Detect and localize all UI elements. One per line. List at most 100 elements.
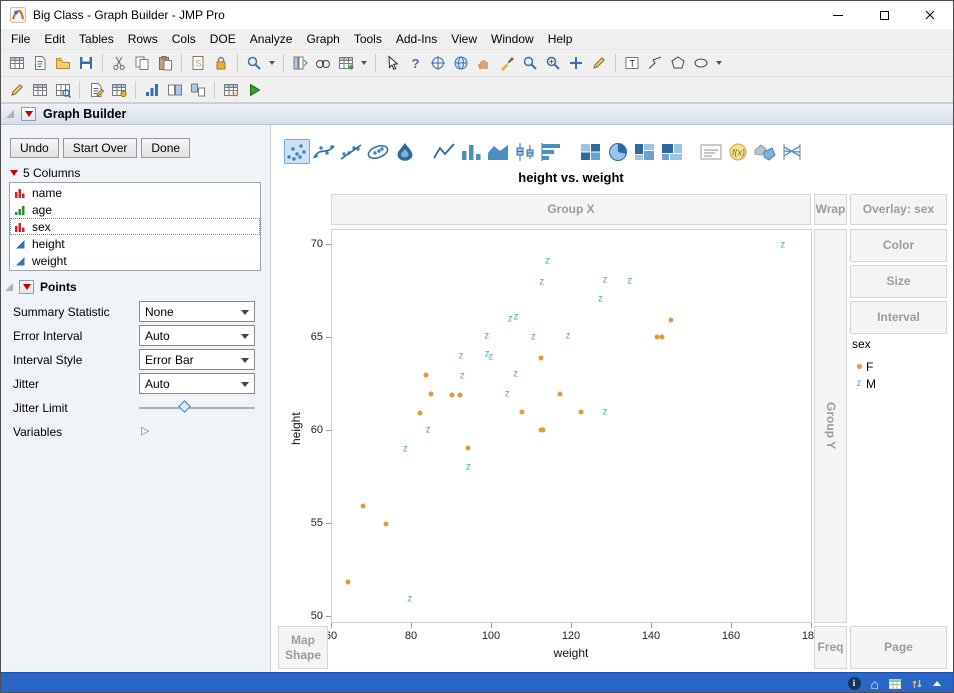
data-point-f[interactable] <box>519 409 525 415</box>
data-point-f[interactable] <box>465 445 471 451</box>
data-point-m[interactable]: z <box>602 407 607 418</box>
data-point-m[interactable]: z <box>407 594 412 605</box>
element-ellipse[interactable] <box>365 139 391 164</box>
data-point-m[interactable]: z <box>484 331 489 341</box>
data-point-f[interactable] <box>668 317 674 323</box>
start-over-button[interactable]: Start Over <box>62 138 138 158</box>
legend-entry-f[interactable]: F <box>852 358 876 375</box>
data-point-f[interactable] <box>423 372 429 378</box>
data-point-f[interactable] <box>538 355 544 361</box>
menu-item-window[interactable]: Window <box>484 30 541 48</box>
element-smoother[interactable] <box>311 139 337 164</box>
table-summary-icon[interactable]: % <box>220 79 242 101</box>
element-line-of-fit[interactable] <box>338 139 364 164</box>
menu-item-tables[interactable]: Tables <box>72 30 121 48</box>
done-button[interactable]: Done <box>141 138 191 158</box>
oval-tool-icon[interactable] <box>690 52 712 74</box>
points-collapse-triangle-icon[interactable] <box>5 283 13 291</box>
table-magnifier-icon[interactable] <box>52 79 74 101</box>
data-point-m[interactable]: z <box>513 369 518 379</box>
element-parallel[interactable] <box>779 139 805 164</box>
data-point-m[interactable]: z <box>780 240 785 250</box>
sort-columns-icon[interactable] <box>141 79 163 101</box>
red-triangle-menu-button[interactable] <box>21 107 36 121</box>
drop-zone-color[interactable]: Color <box>850 229 947 262</box>
data-point-m[interactable]: z <box>488 352 493 363</box>
menu-item-help[interactable]: Help <box>541 30 580 48</box>
slider-thumb[interactable] <box>178 400 192 413</box>
column-item-name[interactable]: name <box>10 184 260 201</box>
element-histogram[interactable] <box>539 139 565 164</box>
data-point-m[interactable]: z <box>602 275 607 286</box>
interval-style-dropdown[interactable]: Error Bar <box>139 349 255 370</box>
data-point-m[interactable]: z <box>531 332 536 343</box>
column-item-weight[interactable]: weight <box>10 252 260 269</box>
info-icon[interactable]: i <box>847 677 861 690</box>
columns-red-triangle-icon[interactable] <box>10 170 18 176</box>
element-treemap[interactable] <box>659 139 685 164</box>
element-contour[interactable] <box>392 139 418 164</box>
error-interval-dropdown[interactable]: Auto <box>139 325 255 346</box>
menu-item-doe[interactable]: DOE <box>203 30 243 48</box>
dropdown-caret-icon[interactable] <box>716 61 722 65</box>
drop-zone-wrap[interactable]: Wrap <box>814 194 847 225</box>
menu-item-add-ins[interactable]: Add-Ins <box>389 30 444 48</box>
menu-item-analyze[interactable]: Analyze <box>243 30 300 48</box>
text-tool-icon[interactable]: T <box>621 52 643 74</box>
element-heatmap[interactable] <box>578 139 604 164</box>
menu-item-view[interactable]: View <box>444 30 484 48</box>
data-point-f[interactable] <box>578 409 584 415</box>
crosshair-tool-icon[interactable] <box>427 52 449 74</box>
points-red-triangle-button[interactable] <box>19 280 34 294</box>
menu-item-rows[interactable]: Rows <box>121 30 165 48</box>
home-window-icon[interactable]: ⌂ <box>871 677 879 691</box>
join-tables-icon[interactable] <box>187 79 209 101</box>
data-table-icon[interactable] <box>29 79 51 101</box>
element-caption-box[interactable] <box>698 139 724 164</box>
summary-statistic-dropdown[interactable]: None <box>139 301 255 322</box>
data-point-m[interactable]: z <box>627 276 632 287</box>
column-item-sex[interactable]: sex <box>10 218 260 235</box>
column-item-age[interactable]: age <box>10 201 260 218</box>
drop-zone-freq[interactable]: Freq <box>814 626 847 669</box>
drop-zone-interval[interactable]: Interval <box>850 301 947 334</box>
drop-zone-group-x[interactable]: Group X <box>331 194 811 225</box>
help-tool-icon[interactable]: ? <box>404 52 426 74</box>
element-bar[interactable] <box>458 139 484 164</box>
data-point-f[interactable] <box>360 503 366 509</box>
data-point-m[interactable]: z <box>403 444 408 455</box>
journal-pencil-icon[interactable] <box>85 79 107 101</box>
data-table-icon[interactable] <box>889 678 901 689</box>
window-arrows-icon[interactable] <box>911 678 923 690</box>
close-button[interactable] <box>907 1 953 29</box>
drop-zone-map-shape[interactable]: Map Shape <box>278 626 328 669</box>
data-point-m[interactable]: z <box>460 371 465 381</box>
data-point-m[interactable]: z <box>426 425 431 436</box>
expand-caret-icon[interactable] <box>933 681 941 686</box>
data-point-f[interactable] <box>417 410 423 416</box>
menu-item-tools[interactable]: Tools <box>347 30 389 48</box>
disclosure-triangle-icon[interactable]: ▷ <box>141 424 149 437</box>
data-point-f[interactable] <box>659 334 665 340</box>
table-add-icon[interactable] <box>335 52 357 74</box>
data-point-f[interactable] <box>449 392 455 398</box>
element-area[interactable] <box>485 139 511 164</box>
collapse-triangle-icon[interactable] <box>6 110 14 118</box>
segment-tool-icon[interactable] <box>644 52 666 74</box>
menu-item-edit[interactable]: Edit <box>37 30 72 48</box>
menu-item-file[interactable]: File <box>4 30 37 48</box>
data-point-m[interactable]: z <box>458 351 463 361</box>
data-point-f[interactable] <box>345 579 351 585</box>
jitter-dropdown[interactable]: Auto <box>139 373 255 394</box>
column-switcher-icon[interactable] <box>289 52 311 74</box>
data-point-m[interactable]: z <box>505 389 510 400</box>
table-star-icon[interactable] <box>108 79 130 101</box>
data-point-m[interactable]: z <box>545 256 550 267</box>
new-journal-icon[interactable] <box>29 52 51 74</box>
data-point-f[interactable] <box>557 391 563 397</box>
polygon-tool-icon[interactable] <box>667 52 689 74</box>
data-point-f[interactable] <box>428 391 434 397</box>
element-box-plot[interactable] <box>512 139 538 164</box>
copy-icon[interactable] <box>131 52 153 74</box>
element-formula[interactable]: f(x) <box>725 139 751 164</box>
